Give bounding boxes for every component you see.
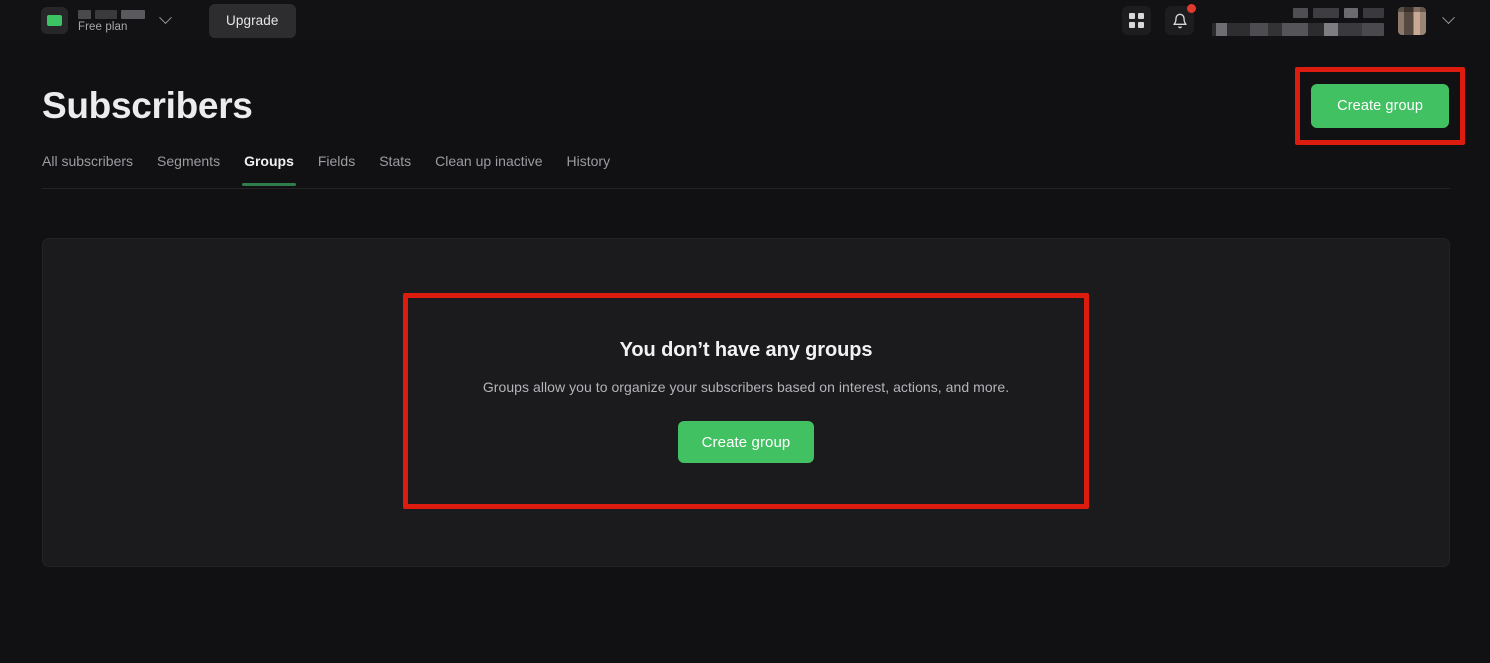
grid-cell xyxy=(1129,21,1136,28)
annotation-rectangle: Create group xyxy=(1295,67,1465,145)
top-navigation-bar: Free plan Upgrade xyxy=(0,0,1490,41)
bell-icon[interactable] xyxy=(1165,4,1196,35)
user-identity-redacted xyxy=(1212,7,1384,36)
topbar-right-cluster xyxy=(1122,4,1490,36)
user-email-redacted xyxy=(1212,22,1384,36)
account-switcher-chevron-down-icon[interactable] xyxy=(155,9,175,33)
groups-content-card: You don’t have any groups Groups allow y… xyxy=(42,238,1450,567)
empty-state: You don’t have any groups Groups allow y… xyxy=(408,298,1084,504)
tab-clean-up-inactive[interactable]: Clean up inactive xyxy=(423,152,554,185)
create-group-button-header[interactable]: Create group xyxy=(1311,84,1449,128)
avatar[interactable] xyxy=(1398,6,1426,35)
notification-badge xyxy=(1187,4,1196,13)
tab-groups[interactable]: Groups xyxy=(232,152,306,186)
grid-cell xyxy=(1137,13,1144,20)
header-create-group-annotation: Create group xyxy=(1295,67,1465,145)
tab-fields[interactable]: Fields xyxy=(306,152,367,185)
tab-segments[interactable]: Segments xyxy=(145,152,232,185)
page-header: Subscribers xyxy=(42,84,253,128)
redacted-block xyxy=(95,10,117,19)
redacted-block xyxy=(121,10,145,19)
logo-glyph xyxy=(47,15,62,26)
redacted-block xyxy=(1293,7,1308,18)
tab-history[interactable]: History xyxy=(555,152,623,185)
user-name-redacted xyxy=(1293,7,1384,18)
tab-all-subscribers[interactable]: All subscribers xyxy=(42,152,145,185)
redacted-block xyxy=(1313,7,1339,18)
subscribers-tabs: All subscribers Segments Groups Fields S… xyxy=(42,152,1450,189)
redacted-block xyxy=(1344,7,1358,18)
plan-label: Free plan xyxy=(78,21,128,33)
empty-state-description: Groups allow you to organize your subscr… xyxy=(482,379,1010,395)
redacted-block xyxy=(1363,7,1384,18)
grid-apps-glyph xyxy=(1129,13,1144,28)
page-body: Subscribers Create group All subscribers… xyxy=(0,41,1490,663)
user-menu-chevron-down-icon[interactable] xyxy=(1440,9,1456,33)
page-title: Subscribers xyxy=(42,85,253,126)
grid-cell xyxy=(1137,21,1144,28)
chevron-down-glyph xyxy=(158,11,172,25)
annotation-rectangle-empty-state: You don’t have any groups Groups allow y… xyxy=(403,293,1089,509)
create-group-button-empty-state[interactable]: Create group xyxy=(677,421,815,463)
bell-glyph xyxy=(1172,13,1187,28)
grid-cell xyxy=(1129,13,1136,20)
mailerlite-logo-icon[interactable] xyxy=(41,7,68,34)
account-name-redacted xyxy=(78,10,145,19)
tab-stats[interactable]: Stats xyxy=(367,152,423,185)
account-switcher[interactable]: Free plan xyxy=(78,10,145,34)
empty-state-title: You don’t have any groups xyxy=(619,339,873,361)
upgrade-button[interactable]: Upgrade xyxy=(209,3,296,38)
chevron-down-glyph xyxy=(1441,11,1455,25)
topbar-left-cluster: Free plan Upgrade xyxy=(0,3,296,38)
grid-apps-icon[interactable] xyxy=(1122,6,1151,35)
redacted-block xyxy=(78,10,91,19)
